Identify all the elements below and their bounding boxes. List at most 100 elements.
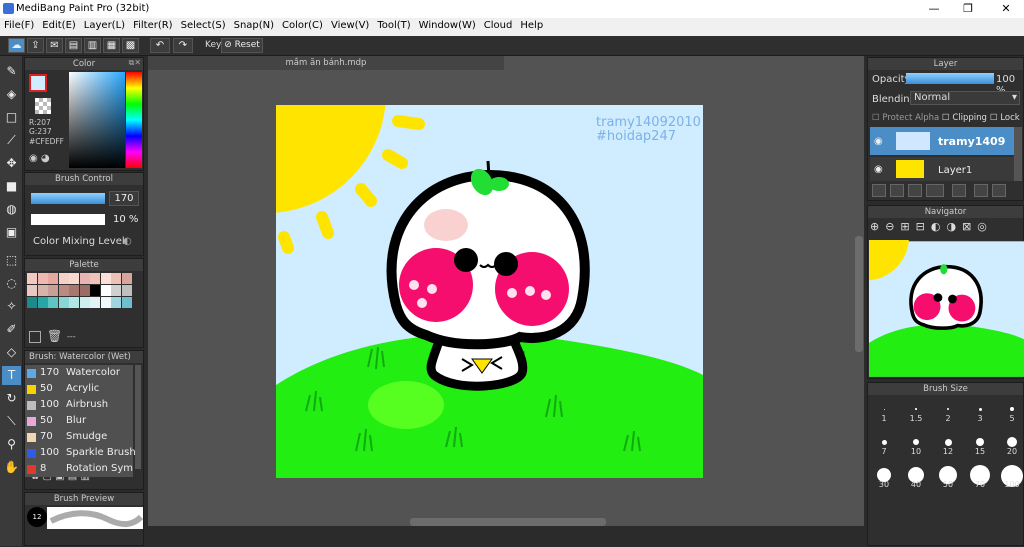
brush-list-item[interactable]: 70 Smudge [25,429,133,445]
vertical-scrollbar[interactable] [855,236,863,352]
palette-swatch[interactable] [111,285,121,296]
brush-list-item[interactable]: 100 Airbrush [25,397,133,413]
brush-list-scrollbar[interactable] [135,365,141,469]
lasso-tool-icon[interactable]: ◌ [2,274,21,293]
divide-tool-icon[interactable]: ⟍ [2,412,21,431]
layout-icon[interactable]: ▦ [103,38,120,53]
menu-help[interactable]: Help [516,18,547,31]
new-layer-8bit-icon[interactable] [890,184,904,197]
palette-swatch[interactable] [37,285,48,296]
undo-icon[interactable]: ↶ [150,38,170,53]
palette-swatch[interactable] [37,273,48,284]
brush-size-option[interactable]: 100 [996,463,1024,489]
brush-size-option[interactable]: 2 [932,397,964,423]
layer-scrollbar[interactable] [1014,127,1022,181]
brush-opacity-slider[interactable] [31,214,105,225]
select-eraser-tool-icon[interactable]: ◇ [2,343,21,362]
brush-size-option[interactable]: 30 [868,463,900,489]
palette-swatch[interactable] [48,285,58,296]
minimize-button[interactable]: — [916,0,952,18]
magic-wand-tool-icon[interactable]: ✧ [2,297,21,316]
protect-alpha-checkbox[interactable]: ☐ Protect Alpha [872,113,939,123]
comment-icon[interactable]: ✉ [46,38,63,53]
palette-swatch[interactable] [111,273,121,284]
add-layer-menu-icon[interactable] [926,184,944,197]
palette-swatch[interactable] [111,297,121,308]
eyedropper-tool-icon[interactable]: ⚲ [2,435,21,454]
brush-size-option[interactable]: 5 [996,397,1024,423]
lock-checkbox[interactable]: ☐ Lock [990,113,1020,123]
palette-swatch[interactable] [90,297,100,308]
palette-swatch[interactable] [121,297,132,308]
menu-view[interactable]: View(V) [327,18,373,31]
menu-snap[interactable]: Snap(N) [230,18,278,31]
layer-opacity-slider[interactable] [906,73,994,84]
dot-tool-icon[interactable]: ⟋ [2,131,21,150]
mixing-toggle-icon[interactable]: ◐ [123,236,137,247]
palette-swatch[interactable] [27,297,37,308]
menu-tool[interactable]: Tool(T) [373,18,414,31]
palette-swatch[interactable] [90,273,100,284]
palette-swatch[interactable] [37,297,48,308]
palette-swatch[interactable] [69,273,79,284]
palette-swatch[interactable] [48,273,58,284]
palette-swatch[interactable] [121,285,132,296]
folder-icon[interactable] [952,184,966,197]
text-tool-icon[interactable]: T [2,366,21,385]
palette-swatch[interactable] [69,297,79,308]
navigator-controls[interactable]: ⊕⊖⊞⊟◐◑⊠◎ [870,220,1022,238]
brush-size-option[interactable]: 1.5 [900,397,932,423]
horizontal-scrollbar[interactable] [410,518,606,526]
brush-size-option[interactable]: 50 [932,463,964,489]
brush-list-item[interactable]: 100 Sparkle Brush [25,445,136,461]
palette-swatch[interactable] [79,273,90,284]
maximize-button[interactable]: ❐ [950,0,986,18]
menu-file[interactable]: File(F) [0,18,38,31]
reset-button[interactable]: ⊘ Reset [221,38,263,53]
brush-size-option[interactable]: 10 [900,430,932,456]
share-icon[interactable]: ⇪ [27,38,44,53]
brush-list-item[interactable]: 8 Rotation Sym [25,461,133,477]
layer-row-active[interactable]: ◉ tramy1409 [870,127,1014,155]
palette-swatch[interactable] [100,273,111,284]
foreground-color-swatch[interactable] [29,74,47,92]
brush-size-option[interactable]: 20 [996,430,1024,456]
brush-list-item[interactable]: 170 Watercolor [25,365,133,381]
brush-size-option[interactable]: 70 [964,463,996,489]
page-icon[interactable]: ▥ [84,38,101,53]
palette-swatch-grid[interactable] [27,273,133,329]
bucket-tool-icon[interactable]: ◍ [2,200,21,219]
menu-window[interactable]: Window(W) [415,18,480,31]
select-tool-icon[interactable]: ⬚ [2,251,21,270]
redo-icon[interactable]: ↷ [173,38,193,53]
cloud-icon[interactable]: ☁ [8,38,25,53]
saturation-value-square[interactable] [69,72,125,168]
brush-size-option[interactable]: 3 [964,397,996,423]
menu-layer[interactable]: Layer(L) [80,18,129,31]
menu-filter[interactable]: Filter(R) [129,18,177,31]
palette-mode-icons[interactable]: ◉ ◕ [29,153,57,167]
grid-icon[interactable]: ▩ [122,38,139,53]
brush-size-option[interactable]: 40 [900,463,932,489]
palette-swatch[interactable] [27,273,37,284]
brush-size-option[interactable]: 12 [932,430,964,456]
message-icon[interactable]: ▤ [65,38,82,53]
merge-layer-icon[interactable] [992,184,1006,197]
menu-color[interactable]: Color(C) [278,18,327,31]
palette-swatch[interactable] [58,273,69,284]
select-pen-tool-icon[interactable]: ✐ [2,320,21,339]
brush-size-slider[interactable] [31,193,105,204]
palette-swatch[interactable] [79,285,90,296]
artwork-canvas[interactable]: tramy14092010 #hoidap247 [276,105,703,478]
palette-swatch[interactable] [121,273,132,284]
palette-swatch[interactable] [69,285,79,296]
eraser-tool-icon[interactable]: ◈ [2,85,21,104]
palette-swatch[interactable] [27,285,37,296]
brush-size-value[interactable]: 170 [109,191,139,206]
menu-edit[interactable]: Edit(E) [38,18,80,31]
close-button[interactable]: ✕ [988,0,1024,18]
menu-cloud[interactable]: Cloud [480,18,517,31]
palette-swatch[interactable] [48,297,58,308]
new-layer-1bit-icon[interactable] [908,184,922,197]
brush-list-item[interactable]: 50 Blur [25,413,133,429]
